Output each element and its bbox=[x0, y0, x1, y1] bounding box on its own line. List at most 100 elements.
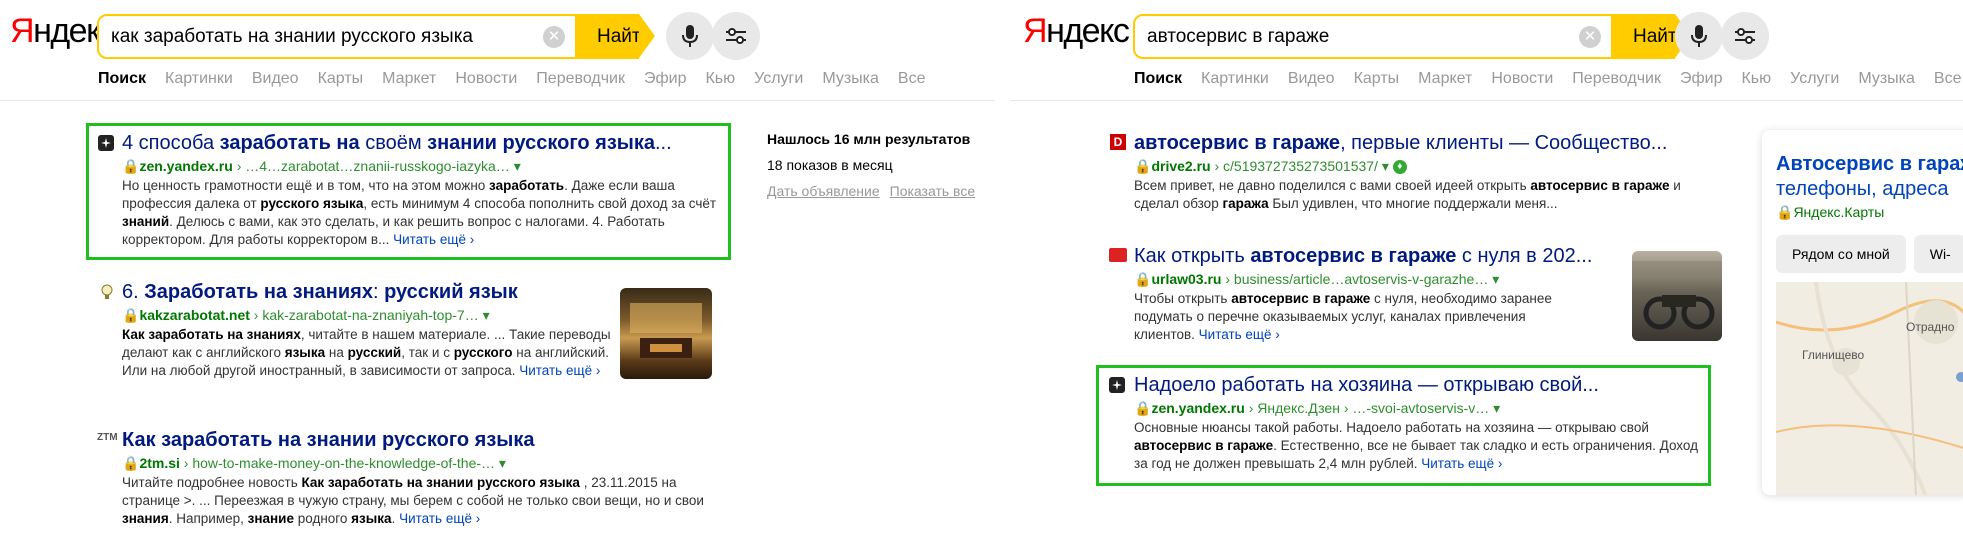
search-query[interactable]: как заработать на знании русского языка bbox=[99, 26, 543, 48]
tab-all[interactable]: Все bbox=[1934, 70, 1962, 88]
tab-q[interactable]: Кью bbox=[705, 70, 735, 88]
clear-icon[interactable]: ✕ bbox=[543, 25, 565, 48]
tab-translator[interactable]: Переводчик bbox=[536, 70, 625, 88]
result-snippet: Чтобы открыть автосервис в гараже с нуля… bbox=[1134, 291, 1552, 342]
search-result: Как заработать на знании русского языка … bbox=[122, 428, 722, 528]
result-url[interactable]: 🔒zen.yandex.ru › Яндекс.Дзен › …-svoi-av… bbox=[1134, 399, 1704, 417]
tab-market[interactable]: Маркет bbox=[1418, 70, 1472, 88]
read-more-link[interactable]: Читать ещё › bbox=[399, 511, 480, 526]
impressions-count: 18 показов в месяц bbox=[767, 157, 893, 173]
tab-maps[interactable]: Карты bbox=[318, 70, 364, 88]
search-query[interactable]: автосервис в гараже bbox=[1135, 26, 1579, 48]
clear-icon[interactable]: ✕ bbox=[1579, 25, 1601, 48]
microphone-icon bbox=[1691, 25, 1707, 47]
lock-icon: 🔒 bbox=[122, 158, 140, 174]
result-url[interactable]: 🔒2tm.si › how-to-make-money-on-the-knowl… bbox=[122, 454, 722, 472]
search-input[interactable]: автосервис в гараже ✕ bbox=[1133, 14, 1613, 59]
result-title[interactable]: Надоело работать на хозяина — открываю с… bbox=[1134, 373, 1704, 397]
result-url[interactable]: 🔒zen.yandex.ru › …4…zarabotat…znanii-rus… bbox=[122, 157, 722, 175]
result-thumbnail[interactable] bbox=[620, 288, 712, 379]
left-serp-panel: Яндекс как заработать на знании русского… bbox=[0, 0, 995, 542]
card-title[interactable]: Автосервис в гараже bbox=[1762, 130, 1963, 176]
yandex-logo[interactable]: Яндекс bbox=[1023, 12, 1130, 51]
tab-efir[interactable]: Эфир bbox=[644, 70, 687, 88]
result-title[interactable]: автосервис в гараже, первые клиенты — Со… bbox=[1134, 131, 1694, 155]
result-title[interactable]: 6. Заработать на знаниях: русский язык bbox=[122, 280, 612, 304]
result-snippet: Но ценность грамотности ещё и в том, что… bbox=[122, 178, 717, 247]
settings-button[interactable] bbox=[712, 12, 760, 60]
drive2-favicon-icon: D bbox=[1110, 134, 1126, 150]
card-subtitle[interactable]: телефоны, адреса bbox=[1762, 176, 1963, 202]
verified-icon: ♦ bbox=[1392, 160, 1407, 175]
tab-search[interactable]: Поиск bbox=[98, 70, 146, 88]
result-thumbnail[interactable] bbox=[1632, 251, 1722, 341]
result-title[interactable]: 4 способа заработать на своём знании рус… bbox=[122, 131, 722, 155]
tab-news[interactable]: Новости bbox=[1491, 70, 1553, 88]
microphone-button[interactable] bbox=[1675, 12, 1723, 60]
tab-search[interactable]: Поиск bbox=[1134, 70, 1182, 88]
find-button[interactable]: Найти bbox=[575, 14, 655, 59]
sliders-icon bbox=[726, 28, 746, 44]
tab-translator[interactable]: Переводчик bbox=[1572, 70, 1661, 88]
result-snippet: Основные нюансы такой работы. Надоело ра… bbox=[1134, 420, 1698, 471]
lock-icon: 🔒 bbox=[122, 455, 140, 471]
microphone-icon bbox=[682, 25, 698, 47]
search-result: 6. Заработать на знаниях: русский язык 🔒… bbox=[122, 280, 612, 380]
right-serp-panel: Яндекс автосервис в гараже ✕ Найти Поиск… bbox=[1010, 0, 1963, 542]
read-more-link[interactable]: Читать ещё › bbox=[393, 232, 474, 247]
zen-favicon-icon bbox=[98, 135, 114, 151]
search-result: Надоело работать на хозяина — открываю с… bbox=[1134, 373, 1704, 473]
result-url[interactable]: 🔒kakzarabotat.net › kak-zarabotat-na-zna… bbox=[122, 306, 612, 324]
result-snippet: Как заработать на знаниях, читайте в наш… bbox=[122, 327, 611, 378]
tab-services[interactable]: Услуги bbox=[754, 70, 803, 88]
maps-card: Автосервис в гараже телефоны, адреса 🔒Ян… bbox=[1762, 130, 1963, 495]
tab-services[interactable]: Услуги bbox=[1790, 70, 1839, 88]
search-tabs: Поиск Картинки Видео Карты Маркет Новост… bbox=[98, 70, 945, 88]
result-url[interactable]: 🔒drive2.ru › c/519372735273501537/ ▾ ♦ bbox=[1134, 157, 1694, 175]
tab-maps[interactable]: Карты bbox=[1354, 70, 1400, 88]
tab-images[interactable]: Картинки bbox=[165, 70, 233, 88]
find-button[interactable]: Найти bbox=[1611, 14, 1691, 59]
tab-news[interactable]: Новости bbox=[455, 70, 517, 88]
search-tabs: Поиск Картинки Видео Карты Маркет Новост… bbox=[1134, 70, 1963, 88]
result-title[interactable]: Как открыть автосервис в гараже с нуля в… bbox=[1134, 244, 1604, 268]
map-preview[interactable]: Отрадно Глинищево bbox=[1775, 281, 1963, 495]
tab-music[interactable]: Музыка bbox=[1858, 70, 1915, 88]
lock-icon: 🔒 bbox=[1776, 204, 1794, 220]
show-all-link[interactable]: Показать все bbox=[890, 183, 975, 199]
ad-link[interactable]: Дать объявление bbox=[767, 183, 880, 199]
wifi-chip[interactable]: Wi- bbox=[1913, 235, 1963, 273]
result-url[interactable]: 🔒urlaw03.ru › business/article…avtoservi… bbox=[1134, 270, 1604, 288]
lock-icon: 🔒 bbox=[1134, 271, 1152, 287]
results-stats: Нашлось 16 млн результатов 18 показов в … bbox=[767, 131, 985, 199]
tab-efir[interactable]: Эфир bbox=[1680, 70, 1723, 88]
microphone-button[interactable] bbox=[666, 12, 714, 60]
map-label: Глинищево bbox=[1802, 348, 1865, 362]
briefcase-icon bbox=[1109, 248, 1127, 262]
card-source[interactable]: 🔒Яндекс.Карты bbox=[1762, 204, 1963, 221]
tab-market[interactable]: Маркет bbox=[382, 70, 436, 88]
results-count: Нашлось 16 млн результатов bbox=[767, 131, 971, 147]
search-result: 4 способа заработать на своём знании рус… bbox=[122, 131, 722, 249]
zen-favicon-icon bbox=[1109, 377, 1125, 393]
kakzarabotat-favicon-icon bbox=[100, 284, 116, 300]
tab-video[interactable]: Видео bbox=[252, 70, 299, 88]
read-more-link[interactable]: Читать ещё › bbox=[1199, 327, 1280, 342]
read-more-link[interactable]: Читать ещё › bbox=[1421, 456, 1502, 471]
lock-icon: 🔒 bbox=[1134, 400, 1152, 416]
nearby-chip[interactable]: Рядом со мной bbox=[1776, 235, 1906, 273]
tab-all[interactable]: Все bbox=[898, 70, 926, 88]
result-title[interactable]: Как заработать на знании русского языка bbox=[122, 428, 722, 452]
tab-q[interactable]: Кью bbox=[1741, 70, 1771, 88]
read-more-link[interactable]: Читать ещё › bbox=[519, 363, 600, 378]
result-snippet: Читайте подробнее новость Как заработать… bbox=[122, 475, 704, 526]
map-label: Отрадно bbox=[1906, 320, 1955, 334]
search-input[interactable]: как заработать на знании русского языка … bbox=[97, 14, 577, 59]
tab-video[interactable]: Видео bbox=[1288, 70, 1335, 88]
panel-separator bbox=[998, 0, 1008, 542]
header-divider bbox=[0, 100, 995, 101]
tab-music[interactable]: Музыка bbox=[822, 70, 879, 88]
lock-icon: 🔒 bbox=[1134, 158, 1152, 174]
tab-images[interactable]: Картинки bbox=[1201, 70, 1269, 88]
settings-button[interactable] bbox=[1721, 12, 1769, 60]
